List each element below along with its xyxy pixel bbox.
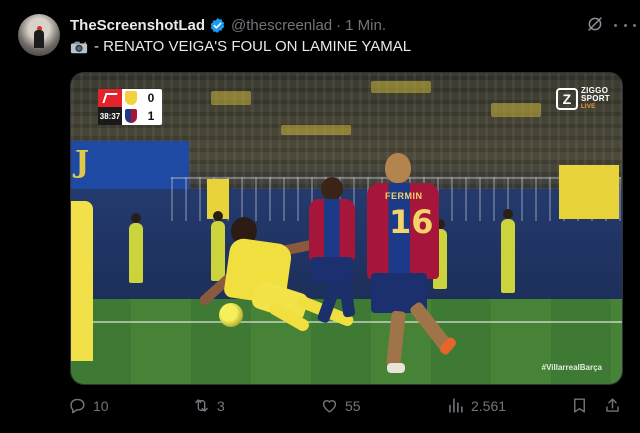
- verified-badge-icon: [210, 17, 225, 33]
- separator-dot: ·: [336, 16, 342, 34]
- steward: [211, 211, 225, 281]
- display-name[interactable]: TheScreenshotLad: [70, 17, 205, 34]
- home-score: 0: [147, 91, 155, 105]
- broadcaster-logo-mark: Z: [555, 88, 578, 110]
- reply-count: 10: [93, 397, 109, 414]
- steward: [129, 213, 143, 283]
- heart-icon: [322, 400, 337, 413]
- laliga-logo-icon: [98, 89, 122, 107]
- crowd-patch: [281, 125, 351, 135]
- like-button[interactable]: 55: [320, 396, 361, 415]
- football: [219, 303, 243, 327]
- broadcaster-logo: Z ZIGGO SPORT LIVE: [555, 87, 610, 111]
- action-bar: 10 3 55 2.561: [68, 396, 628, 420]
- player-yamal: [309, 199, 355, 261]
- tweet-media-image[interactable]: J FERMIN 16 38:37 0 1 Z ZIGGO SPORT LIVE…: [70, 72, 623, 385]
- repost-button[interactable]: 3: [192, 396, 225, 415]
- player-yamal-head: [321, 177, 343, 201]
- share-icon: [606, 398, 619, 412]
- reply-icon: [70, 398, 85, 414]
- away-score: 1: [147, 109, 155, 123]
- barcelona-crest-icon: [125, 109, 137, 123]
- player-boot: [387, 363, 405, 373]
- views-count: 2.561: [471, 397, 507, 414]
- bookmark-icon: [574, 398, 585, 413]
- avatar[interactable]: [18, 14, 60, 56]
- player-shirt-name: FERMIN: [385, 191, 423, 201]
- grok-icon[interactable]: [586, 15, 604, 33]
- more-dot: [633, 23, 636, 27]
- more-options-icon[interactable]: [614, 16, 636, 34]
- villarreal-crest-icon: [125, 91, 137, 105]
- match-clock: 38:37: [98, 107, 122, 125]
- player-yellow-left: [71, 201, 93, 361]
- yellow-flag: [559, 165, 589, 219]
- views-chart-icon: [449, 398, 463, 413]
- crowd-patch: [211, 91, 251, 105]
- crowd-patch: [371, 81, 431, 93]
- avatar-figure: [34, 30, 44, 48]
- scoreboard: 38:37 0 1: [98, 89, 162, 125]
- reply-button[interactable]: 10: [68, 396, 109, 415]
- more-dot: [623, 23, 627, 27]
- share-button[interactable]: [603, 396, 628, 415]
- yellow-flag: [589, 165, 619, 219]
- like-count: 55: [345, 397, 361, 414]
- camera-flash-icon: [70, 40, 88, 53]
- broadcaster-live: LIVE: [580, 104, 596, 110]
- broadcast-hashtag: #VillarrealBarça: [541, 363, 602, 372]
- timestamp[interactable]: 1 Min.: [345, 17, 386, 34]
- author-handle[interactable]: @thescreenlad: [231, 17, 332, 34]
- more-dot: [614, 23, 617, 27]
- player-fermin-head: [385, 153, 411, 183]
- broadcaster-name: ZIGGO SPORT LIVE: [581, 87, 610, 111]
- steward: [501, 209, 515, 293]
- tweet-header: TheScreenshotLad @thescreenlad · 1 Min.: [70, 15, 626, 35]
- tweet[interactable]: TheScreenshotLad @thescreenlad · 1 Min. …: [0, 0, 640, 433]
- views-button[interactable]: 2.561: [446, 396, 506, 415]
- bookmark-button[interactable]: [570, 396, 595, 415]
- tweet-text: - RENATO VEIGA'S FOUL ON LAMINE YAMAL: [70, 38, 411, 55]
- repost-icon: [195, 399, 208, 412]
- repost-count: 3: [217, 397, 225, 414]
- tweet-text-content: - RENATO VEIGA'S FOUL ON LAMINE YAMAL: [94, 38, 412, 55]
- player-shirt-number: 16: [389, 203, 434, 241]
- broadcaster-line2: SPORT: [580, 94, 610, 103]
- crowd-patch: [491, 103, 541, 117]
